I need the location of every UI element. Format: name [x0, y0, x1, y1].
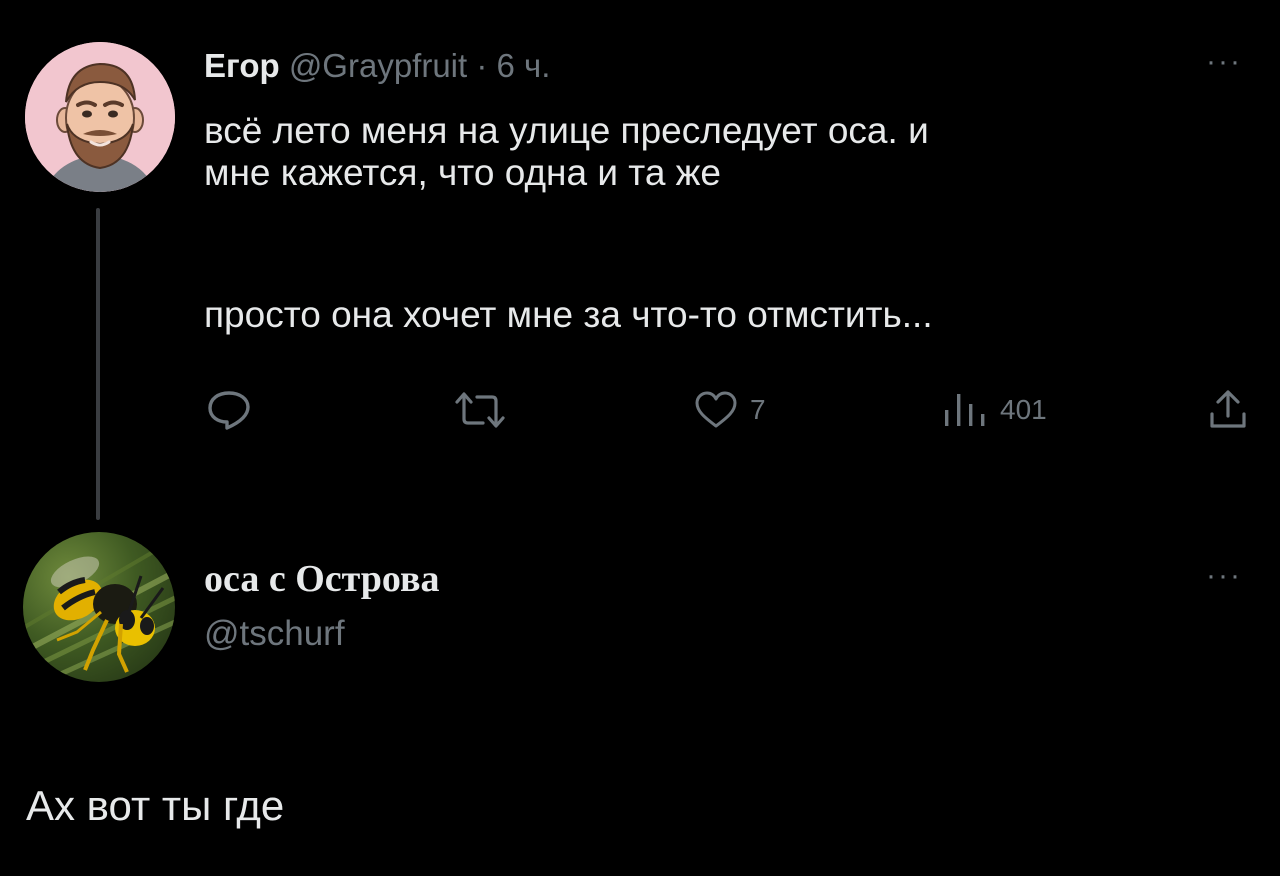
tweet-time[interactable]: 6 ч. [497, 47, 551, 84]
author-handle[interactable]: @Graypfruit [289, 47, 467, 84]
retweet-icon [455, 392, 505, 428]
more-icon[interactable]: ··· [1206, 47, 1242, 77]
views-count: 401 [1000, 394, 1047, 425]
tweet-header: Егор @Graypfruit · 6 ч. [204, 44, 550, 88]
reply-button[interactable] [206, 388, 264, 432]
like-button[interactable]: 7 [694, 388, 766, 432]
share-icon [1210, 390, 1246, 428]
tweet-text: всё лето меня на улице преследует оса. и… [204, 110, 1244, 336]
views-button[interactable]: 401 [940, 388, 1047, 432]
author-avatar[interactable] [25, 42, 175, 192]
tweet-text-line: мне кажется, что одна и та же [204, 152, 722, 193]
thread-connector-line [96, 208, 100, 520]
reply-author-name[interactable]: оса с Острова [204, 556, 439, 602]
more-icon[interactable]: ··· [1206, 561, 1242, 591]
heart-icon [695, 391, 737, 428]
tweet-text-line: просто она хочет мне за что-то отмстить.… [204, 294, 933, 335]
author-name[interactable]: Егор [204, 47, 280, 84]
reply-author-handle[interactable]: @tschurf [204, 612, 345, 656]
wasp-avatar-image [23, 550, 175, 682]
views-icon [945, 394, 985, 426]
share-button[interactable] [1206, 388, 1250, 432]
bearded-man-avatar-image [25, 42, 175, 192]
retweet-button[interactable] [453, 388, 519, 432]
reply-icon [208, 391, 250, 430]
reply-text: Ах вот ты где [26, 782, 285, 829]
reply-author-avatar[interactable] [23, 532, 175, 682]
tweet-text-line: всё лето меня на улице преследует оса. и [204, 110, 929, 151]
header-separator: · [476, 47, 488, 84]
like-count: 7 [750, 394, 766, 425]
